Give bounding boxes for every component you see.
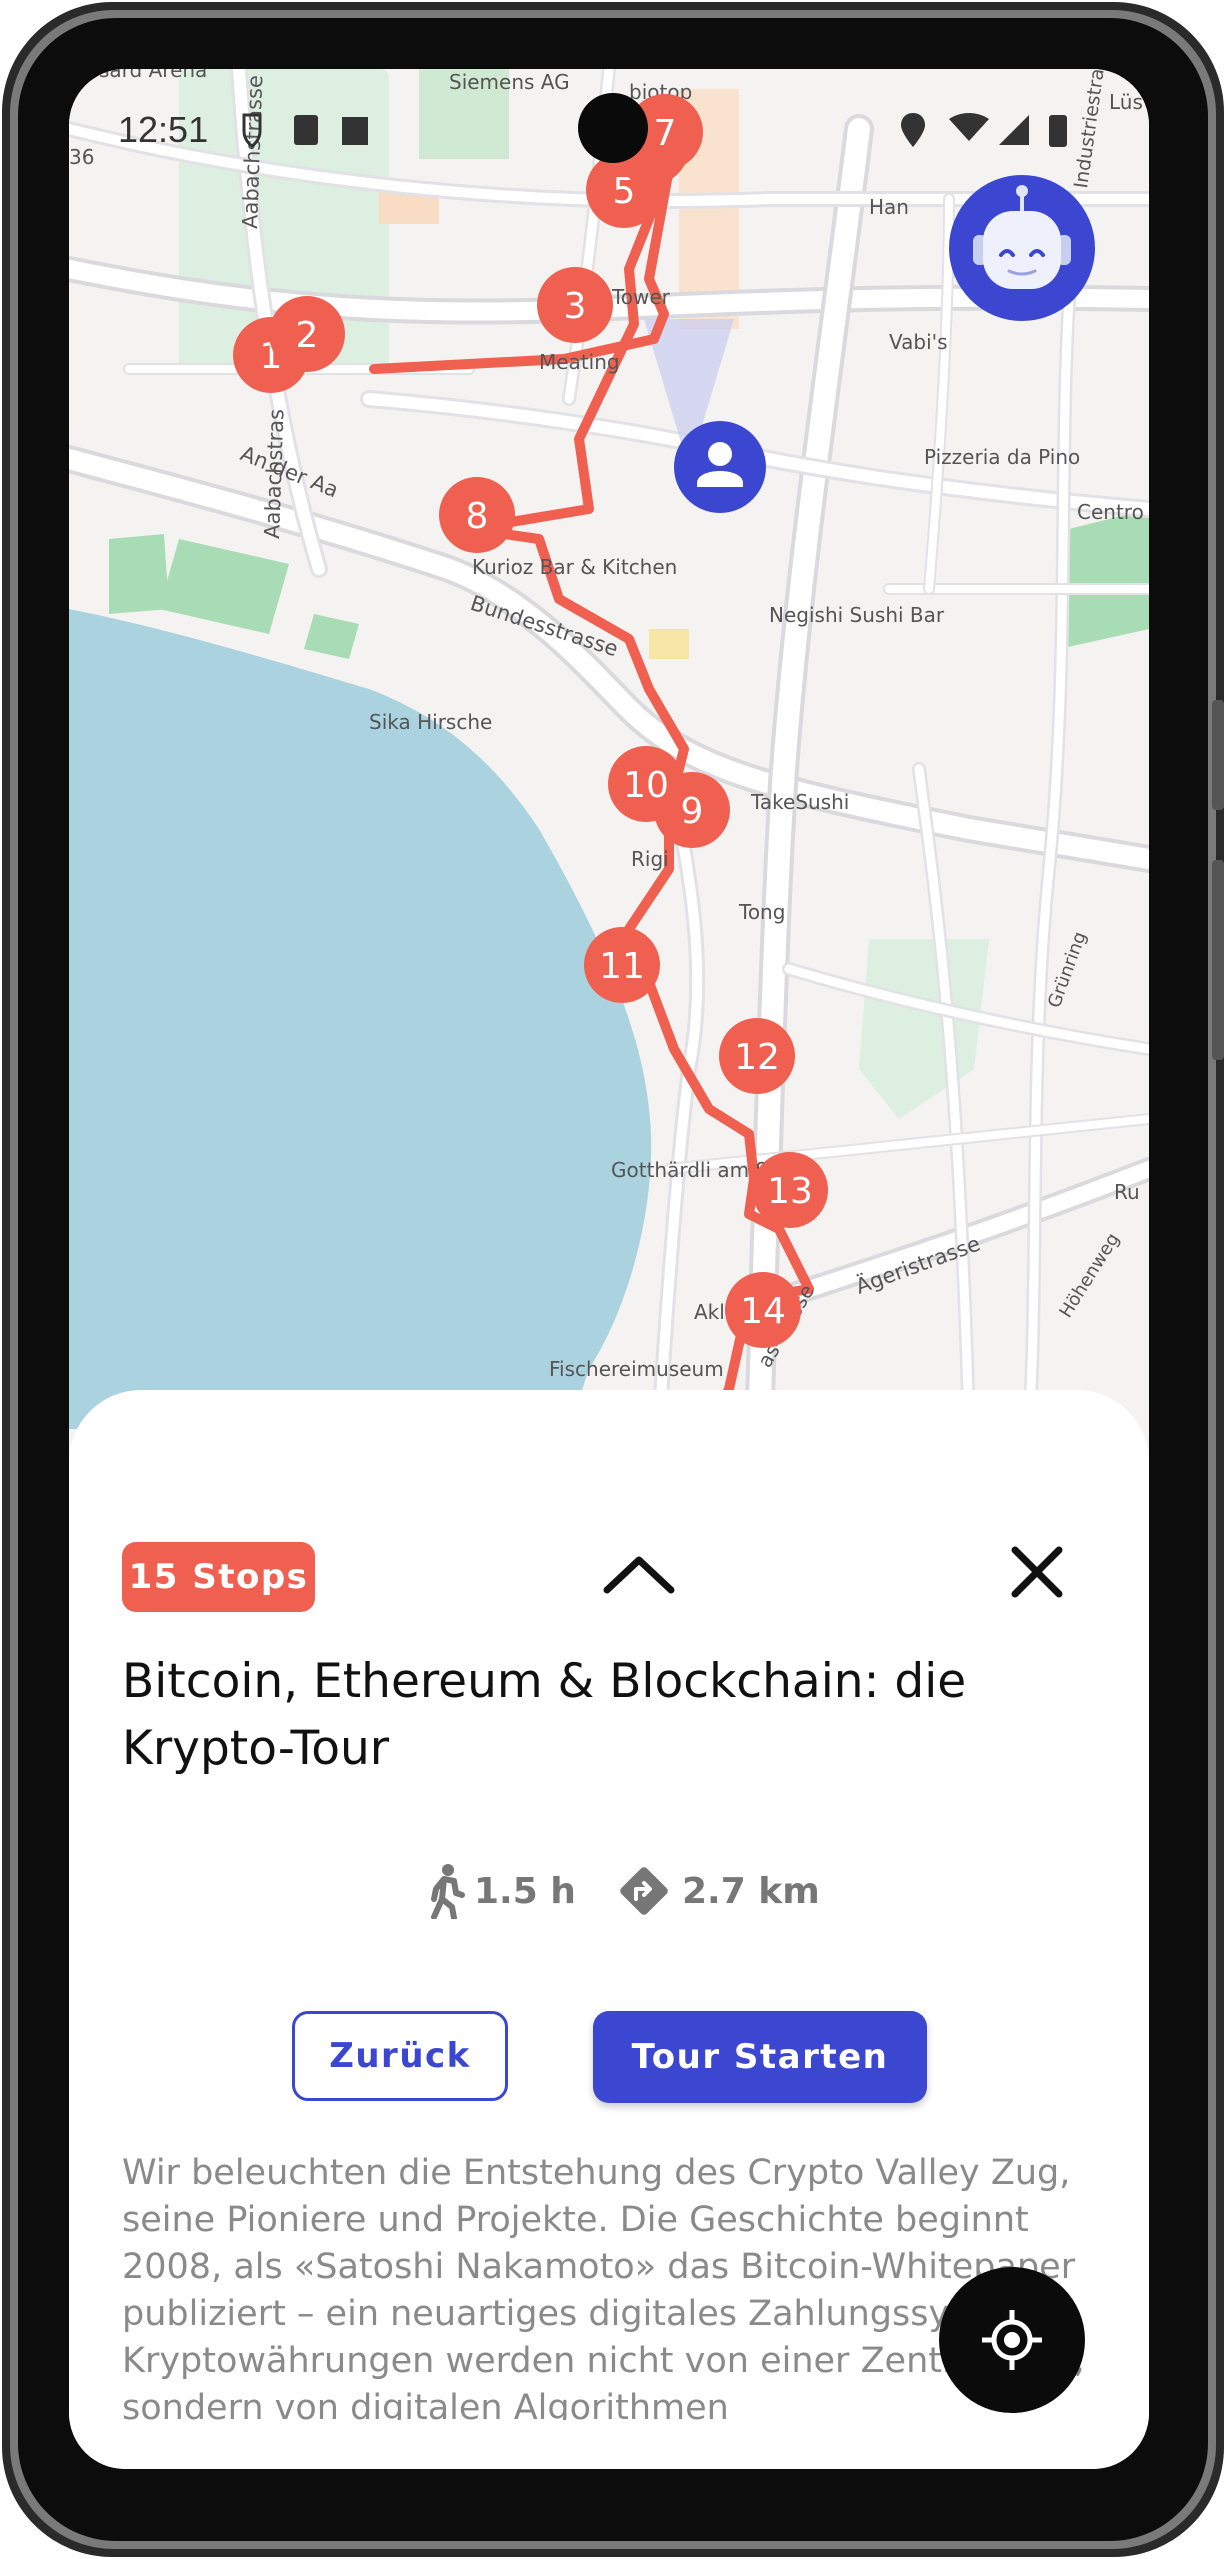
park-area <box>109 534 169 614</box>
poi-label: Han <box>869 195 909 219</box>
close-icon[interactable] <box>1005 1540 1069 1604</box>
stop-number: 13 <box>767 1171 813 1212</box>
poi-label: Centro It <box>1077 500 1149 524</box>
street-label: Aabachstras <box>260 408 289 539</box>
stop-marker[interactable]: 7 <box>627 94 703 170</box>
duration: 1.5 h <box>426 1856 576 1926</box>
park-area <box>649 629 689 659</box>
assistant-avatar-button[interactable] <box>949 175 1095 321</box>
poi-label: Negishi Sushi Bar <box>769 603 945 627</box>
poi-label: Ru <box>1114 1180 1140 1204</box>
poi-label: 36 <box>69 145 94 169</box>
stop-marker[interactable]: 14 <box>725 1272 801 1348</box>
crosshair-icon <box>982 2310 1042 2370</box>
stop-marker[interactable]: 13 <box>752 1152 828 1228</box>
directions-icon <box>620 1867 668 1915</box>
stop-number: 2 <box>296 315 319 356</box>
park-area <box>1059 509 1149 649</box>
stop-marker[interactable]: 11 <box>584 927 660 1003</box>
stop-marker[interactable]: 2 <box>269 296 345 372</box>
distance: 2.7 km <box>616 1856 820 1926</box>
start-tour-button[interactable]: Tour Starten <box>593 2011 927 2103</box>
robot-icon <box>973 185 1071 289</box>
poi-label: Rigi <box>631 847 669 871</box>
stop-number: 9 <box>681 791 704 832</box>
poi-label: Kurioz Bar & Kitchen <box>472 555 677 579</box>
stop-number: 14 <box>740 1291 786 1332</box>
poi-label: Tong <box>738 900 785 924</box>
locate-me-button[interactable] <box>939 2267 1085 2413</box>
street-label: Siemens AG <box>449 70 570 94</box>
stop-number: 7 <box>654 113 677 154</box>
walking-icon <box>431 1864 465 1919</box>
distance-value: 2.7 km <box>682 1870 820 1912</box>
poi-label: sard Arena <box>99 69 207 82</box>
poi-label: Vabi's <box>889 330 948 354</box>
stop-marker[interactable]: 10 <box>608 746 684 822</box>
screen: Aabachstrasse Siemens AG An der Aa Bundesst… <box>69 69 1149 2469</box>
chevron-up-icon[interactable] <box>599 1548 679 1598</box>
back-button[interactable]: Zurück <box>292 2011 508 2101</box>
poi-label: Pizzeria da Pino <box>924 445 1080 469</box>
poi-label: Fischereimuseum <box>549 1357 724 1381</box>
tour-meta: 1.5 h 2.7 km <box>69 1856 1149 1926</box>
street-label: Lüs <box>1109 90 1143 114</box>
poi-label: TakeSushi <box>750 790 849 814</box>
poi-label: Gotthärdli am S <box>611 1158 768 1182</box>
stop-number: 3 <box>564 286 587 327</box>
poi-label: Sika Hirsche <box>369 710 492 734</box>
stop-number: 12 <box>734 1037 780 1078</box>
tour-title: Bitcoin, Ethereum & Blockchain: die Kryp… <box>122 1654 967 1776</box>
stop-number: 10 <box>623 765 669 806</box>
stop-marker[interactable]: 8 <box>439 477 515 553</box>
stop-number: 8 <box>466 496 489 537</box>
stop-marker[interactable]: 3 <box>537 267 613 343</box>
duration-value: 1.5 h <box>474 1870 576 1912</box>
user-location-marker[interactable] <box>674 421 766 513</box>
stop-marker[interactable]: 12 <box>719 1018 795 1094</box>
stop-number: 11 <box>599 946 645 987</box>
poi-label: Meating <box>539 350 620 374</box>
stops-badge: 15 Stops <box>122 1542 315 1612</box>
